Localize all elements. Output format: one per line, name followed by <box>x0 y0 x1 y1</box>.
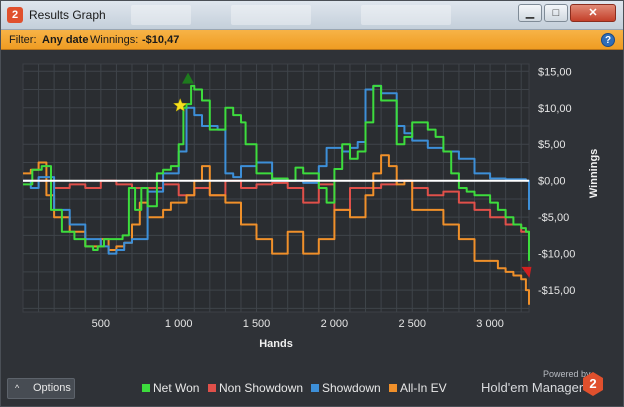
winnings-label: Winnings: <box>90 34 139 46</box>
results-chart: $15,00 $10,00 $5,00 $0,00 -$5,00 -$10,00 -$15,… <box>22 63 600 350</box>
legend-swatch-non-showdown <box>208 384 216 392</box>
legend-item-non-showdown[interactable]: Non Showdown <box>219 381 303 395</box>
y-tick-label: $5,00 <box>538 139 566 151</box>
legend-item-net-won[interactable]: Net Won <box>153 381 199 395</box>
legend-swatch-net-won <box>142 384 150 392</box>
winnings-value: -$10,47 <box>142 34 180 46</box>
y-tick-label: $10,00 <box>538 103 572 115</box>
background-window-ghost <box>361 5 451 25</box>
results-graph-window: 2 Results Graph ▁ □ ✕ Filter: Any date W… <box>0 0 624 407</box>
x-tick-label: 2 000 <box>321 318 349 330</box>
x-tick-label: 1 500 <box>243 318 271 330</box>
background-window-ghost <box>131 5 191 25</box>
legend-item-showdown[interactable]: Showdown <box>322 381 381 395</box>
x-tick-label: 3 000 <box>476 318 504 330</box>
filter-bar: Filter: Any date Winnings: -$10,47 ? <box>1 30 623 50</box>
y-tick-label: $15,00 <box>538 66 572 78</box>
x-tick-label: 2 500 <box>398 318 426 330</box>
close-button[interactable]: ✕ <box>570 4 616 22</box>
x-tick-label: 500 <box>92 318 110 330</box>
brand-name: Hold'em Manager <box>481 380 584 395</box>
maximize-button[interactable]: □ <box>544 4 568 22</box>
title-bar[interactable]: 2 Results Graph ▁ □ ✕ <box>1 1 623 30</box>
bottom-bar: ^ Options Net Won Non Showdown Showdown … <box>1 369 623 407</box>
x-axis-title: Hands <box>259 338 293 350</box>
y-tick-label: -$10,00 <box>538 249 575 261</box>
y-tick-label: -$5,00 <box>538 212 569 224</box>
background-window-ghost <box>231 5 311 25</box>
filter-label: Filter: <box>9 34 37 46</box>
y-axis-title: Winnings <box>588 149 600 198</box>
window-title: Results Graph <box>29 8 106 22</box>
help-icon[interactable]: ? <box>601 33 615 47</box>
caret-up-icon: ^ <box>15 383 20 393</box>
minimize-button[interactable]: ▁ <box>518 4 542 22</box>
y-tick-label: $0,00 <box>538 176 566 188</box>
powered-by-label: Powered by <box>543 369 591 379</box>
legend-item-all-in-ev[interactable]: All-In EV <box>400 381 447 395</box>
y-tick-label: -$15,00 <box>538 285 575 297</box>
legend-swatch-showdown <box>311 384 319 392</box>
options-button[interactable]: ^ Options <box>7 378 75 399</box>
x-tick-label: 1 000 <box>165 318 193 330</box>
hem-logo-icon: 2 <box>7 7 23 23</box>
filter-date-value[interactable]: Any date <box>42 34 88 46</box>
legend-swatch-all-in-ev <box>389 384 397 392</box>
